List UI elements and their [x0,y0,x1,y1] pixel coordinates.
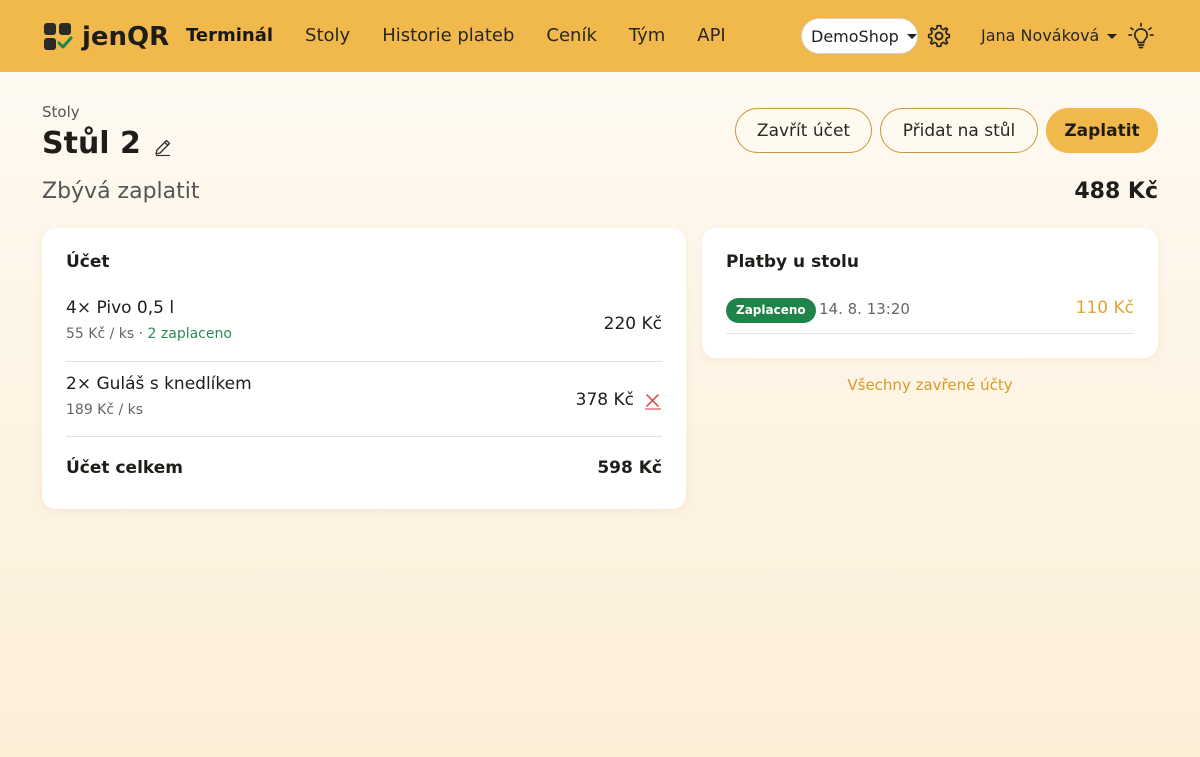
all-closed-bills-link[interactable]: Všechny zavřené účty [702,376,1158,394]
divider [66,361,662,362]
list-item: 4× Pivo 0,5 l 55 Kč / ks · 2 zaplaceno 2… [66,298,662,354]
brand-name: jenQR [82,22,170,52]
nav-api[interactable]: API [697,22,725,50]
remaining-value: 488 Kč [1074,179,1158,204]
top-navbar: jenQR Terminál Stoly Historie plateb Cen… [0,0,1200,72]
gear-icon[interactable] [926,23,952,49]
page-title: Stůl 2 [42,126,173,161]
chevron-down-icon [906,33,917,39]
shop-select[interactable]: DemoShop [801,18,918,54]
item-price: 220 Kč [603,314,662,334]
close-bill-button[interactable]: Zavřít účet [735,108,872,153]
nav-stoly[interactable]: Stoly [305,22,350,50]
pay-button[interactable]: Zaplatit [1046,108,1158,153]
nav-tym[interactable]: Tým [629,22,665,50]
bill-title: Účet [66,252,110,272]
item-name: 4× Pivo 0,5 l [66,298,175,318]
nav-historie-plateb[interactable]: Historie plateb [382,22,514,50]
remaining-label: Zbývá zaplatit [42,179,200,204]
item-separator: · [134,326,148,342]
item-unit-price: 55 Kč / ks · 2 zaplaceno [66,326,662,342]
divider [66,436,662,437]
list-item: 2× Guláš s knedlíkem 189 Kč / ks 378 Kč [66,374,662,430]
lightbulb-icon[interactable] [1128,22,1154,50]
main-nav: Terminál Stoly Historie plateb Ceník Tým… [186,22,758,50]
payment-time: 14. 8. 13:20 [819,300,910,318]
bill-total-label: Účet celkem [66,458,183,478]
user-name: Jana Nováková [981,26,1100,45]
breadcrumb[interactable]: Stoly [42,103,80,121]
item-unit-price: 189 Kč / ks [66,402,144,418]
status-badge: Zaplaceno [726,298,816,323]
add-to-table-button[interactable]: Přidat na stůl [880,108,1038,153]
payments-title: Platby u stolu [726,252,859,272]
bill-card: Účet 4× Pivo 0,5 l 55 Kč / ks · 2 zaplac… [42,228,686,509]
pencil-icon[interactable] [153,137,173,157]
brand-logo[interactable]: jenQR [44,22,169,52]
nav-cenik[interactable]: Ceník [546,22,596,50]
item-unit: 55 Kč / ks [66,326,135,342]
shop-select-value: DemoShop [811,26,899,46]
bill-total-value: 598 Kč [597,458,662,478]
payments-card: Platby u stolu Zaplaceno 14. 8. 13:20 11… [702,228,1158,358]
logo-icon [44,23,73,51]
item-price: 378 Kč [575,390,634,410]
close-icon[interactable] [644,392,662,410]
item-name: 2× Guláš s knedlíkem [66,374,252,394]
chevron-down-icon [1107,33,1118,39]
nav-terminal[interactable]: Terminál [186,22,273,50]
payment-row: Zaplaceno 14. 8. 13:20 110 Kč [726,298,1134,334]
table-name: Stůl 2 [42,126,141,161]
user-menu[interactable]: Jana Nováková [981,24,1118,48]
item-paid-count: 2 zaplaceno [147,326,232,342]
payment-amount: 110 Kč [1075,298,1134,318]
